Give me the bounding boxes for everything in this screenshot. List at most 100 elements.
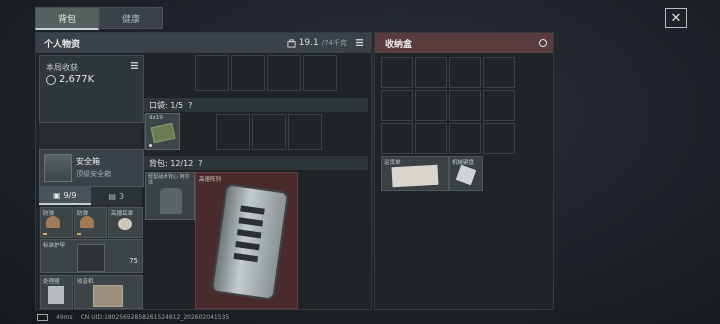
vest-icon — [160, 188, 182, 214]
pocket-header: 口袋: 1/5? — [144, 98, 368, 112]
storage-cell[interactable] — [449, 57, 481, 88]
storage-cell[interactable] — [415, 123, 447, 154]
array-slot — [233, 252, 259, 263]
pocket-slot[interactable] — [252, 114, 286, 150]
slot-radio[interactable]: 收音机 — [74, 275, 143, 309]
equipment-tab-trash[interactable]: ▤ 3 — [90, 187, 142, 205]
equipment-tabs: ▣ 9/9 ▤ 3 — [39, 187, 142, 205]
storage-cell[interactable] — [381, 123, 413, 154]
storage-cell[interactable] — [415, 57, 447, 88]
top-grid — [195, 55, 337, 91]
pocket-slot[interactable] — [216, 114, 250, 150]
slot-processor[interactable]: 处理器 — [40, 275, 73, 309]
pocket-help-icon[interactable]: ? — [188, 101, 192, 110]
equipment-tab-gear-label: 9/9 — [63, 190, 77, 200]
grid-cell[interactable] — [195, 55, 229, 91]
personal-header: 个人物资 19.1/74千克 — [36, 33, 371, 53]
slot-headset[interactable]: 高播耳罩 — [108, 207, 143, 238]
armor-icon — [77, 244, 105, 272]
storage-panel: 收纳盒 运货单 机械键盘 — [374, 32, 554, 310]
ammo-icon — [150, 122, 176, 144]
storage-grid — [381, 57, 515, 154]
vest-label: 轻型战术背心 阿尔法 — [148, 174, 190, 186]
uid-text: CN UID:1802565285826152481​2_20260204153… — [80, 314, 230, 321]
ping-value: 49ms — [56, 314, 73, 321]
storage-cell[interactable] — [415, 90, 447, 121]
tab-backpack[interactable]: 背包 — [35, 7, 99, 30]
top-tabs: 背包 健康 — [35, 7, 163, 30]
radio-icon — [93, 285, 123, 307]
storage-cell[interactable] — [381, 90, 413, 121]
array-slot — [238, 217, 264, 227]
tab-health[interactable]: 健康 — [99, 7, 163, 29]
slot-armor-label: 标准护甲 — [43, 243, 66, 249]
list-icon[interactable] — [355, 38, 364, 47]
equipment-tab-gear[interactable]: ▣ 9/9 — [39, 187, 91, 205]
backpack-icon: ▣ — [53, 190, 61, 200]
earnings-value: 2,677K — [59, 74, 95, 85]
safe-box-image — [44, 154, 72, 182]
weight-unit: /74千克 — [321, 39, 347, 47]
backpack-help-icon[interactable]: ? — [198, 159, 202, 168]
equipment-tab-trash-label: 3 — [118, 191, 125, 201]
grid-cell[interactable] — [303, 55, 337, 91]
helmet-icon — [80, 216, 94, 228]
slot-processor-label: 处理器 — [43, 279, 60, 285]
grid-cell[interactable] — [231, 55, 265, 91]
vest-item[interactable]: 轻型战术背心 阿尔法 — [145, 172, 195, 220]
array-slot — [236, 229, 262, 239]
storage-cell[interactable] — [449, 90, 481, 121]
ammo-label: 9x19 — [149, 115, 163, 121]
earnings-label: 本局收获 — [46, 63, 78, 72]
item-dot — [149, 144, 152, 147]
array-slot — [235, 241, 260, 251]
safe-box-subtitle: 顶级安全箱 — [76, 170, 111, 178]
armor-value: 75 — [129, 257, 138, 265]
storage-array-item[interactable]: 高速阵列 — [195, 172, 298, 309]
document-icon — [391, 164, 439, 188]
storage-array-label: 高速阵列 — [199, 177, 222, 183]
coin-icon — [46, 74, 56, 85]
storage-cell[interactable] — [483, 57, 515, 88]
durability-bar — [43, 233, 47, 235]
trash-icon: ▤ — [108, 191, 116, 201]
location-pin-icon[interactable] — [539, 39, 547, 47]
weight-display: 19.1/74千克 — [287, 38, 347, 48]
battery-icon — [37, 314, 48, 321]
safe-box[interactable]: 安全箱 顶级安全箱 — [39, 149, 144, 187]
close-button[interactable]: ✕ — [665, 8, 687, 28]
earnings-list-icon[interactable] — [130, 61, 139, 70]
processor-icon — [48, 286, 64, 304]
ammo-item[interactable]: 9x19 — [145, 113, 180, 150]
earnings-card: 本局收获 2,677K — [39, 55, 144, 123]
earnings-value-row: 2,677K — [46, 74, 94, 85]
status-bar: 49ms CN UID:1802565285826152481​2_202602… — [37, 314, 229, 321]
storage-array-icon — [210, 183, 290, 301]
loot-keyboard[interactable]: 机械键盘 — [449, 156, 483, 191]
slot-armor[interactable]: 标准护甲 75 — [40, 239, 143, 273]
slot-helmet-1[interactable]: 防弹 — [40, 207, 73, 238]
safe-box-name: 安全箱 — [76, 157, 100, 166]
equipment-column: 安全箱 顶级安全箱 ▣ 9/9 ▤ 3 防弹 防弹 高播耳罩 标准护甲 75 处理器 … — [39, 123, 144, 309]
pocket-slot[interactable] — [288, 114, 322, 150]
helmet-icon — [46, 216, 60, 228]
loot-manifest[interactable]: 运货单 — [381, 156, 449, 191]
headset-icon — [118, 218, 132, 230]
personal-title: 个人物资 — [44, 39, 81, 50]
slot-helmet-2[interactable]: 防弹 — [74, 207, 107, 238]
durability-bar — [77, 233, 81, 235]
storage-cell[interactable] — [381, 57, 413, 88]
grid-cell[interactable] — [267, 55, 301, 91]
storage-cell[interactable] — [483, 90, 515, 121]
storage-header: 收纳盒 — [375, 33, 553, 53]
pocket-label: 口袋: 1/5 — [149, 100, 184, 110]
storage-cell[interactable] — [449, 123, 481, 154]
keyboard-icon — [455, 164, 477, 186]
weight-value: 19.1 — [298, 38, 319, 48]
storage-title: 收纳盒 — [385, 39, 413, 50]
array-slot — [240, 205, 265, 215]
slot-headset-label: 高播耳罩 — [111, 211, 134, 217]
storage-cell[interactable] — [483, 123, 515, 154]
backpack-header: 背包: 12/12? — [144, 156, 368, 170]
weight-icon — [287, 38, 296, 48]
